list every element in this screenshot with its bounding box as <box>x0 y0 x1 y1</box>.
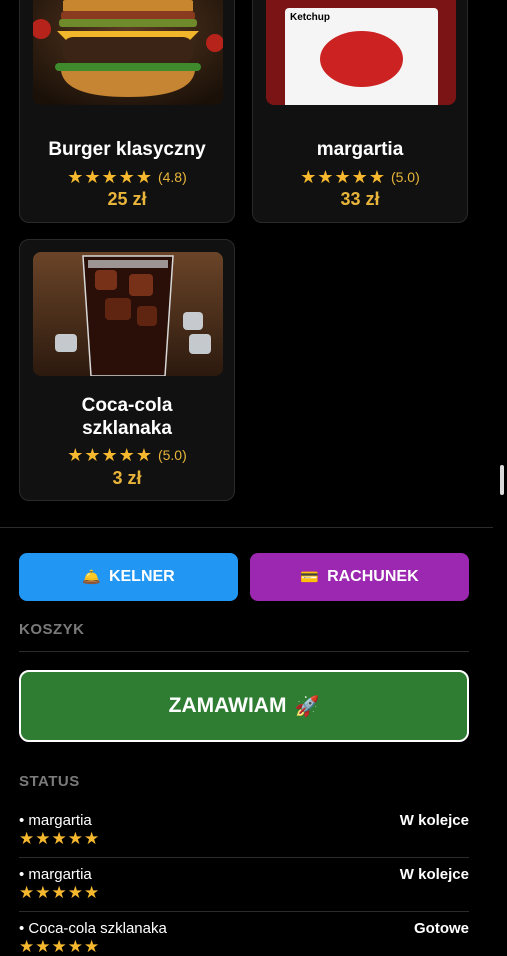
row-divider <box>19 911 469 912</box>
star-icon[interactable]: ★ <box>19 884 34 902</box>
star-icon[interactable]: ★ <box>84 884 99 902</box>
bell-icon: 🛎️ <box>82 569 101 586</box>
item-rating: ★ ★ ★ ★ ★ (5.0) <box>253 168 467 186</box>
card-icon: 💳 <box>300 569 320 586</box>
status-item-state: Gotowe <box>414 920 469 937</box>
item-rating: ★ ★ ★ ★ ★ (5.0) <box>20 446 234 464</box>
status-heading: STATUS <box>19 773 80 790</box>
star-icon[interactable]: ★ <box>84 830 99 848</box>
status-row: • margartia W kolejce ★ ★ ★ ★ ★ <box>19 812 469 866</box>
rating-score: (5.0) <box>390 169 420 185</box>
star-icon[interactable]: ★ <box>52 884 67 902</box>
burger-image <box>33 0 223 105</box>
waiter-label: KELNER <box>108 568 175 585</box>
rating-score: (5.0) <box>157 447 187 463</box>
star-icon[interactable]: ★ <box>68 830 83 848</box>
rate-stars[interactable]: ★ ★ ★ ★ ★ <box>19 938 99 956</box>
item-rating: ★ ★ ★ ★ ★ (4.8) <box>20 168 234 186</box>
star-icon: ★ <box>135 167 152 187</box>
star-icon[interactable]: ★ <box>68 884 83 902</box>
bill-label: RACHUNEK <box>327 568 419 585</box>
status-row: • margartia W kolejce ★ ★ ★ ★ ★ <box>19 866 469 920</box>
star-icon: ★ <box>334 167 351 187</box>
image-canvas: Ketchup <box>285 8 438 105</box>
item-price: 33 zł <box>340 189 380 209</box>
menu-card-burger[interactable]: Burger klasyczny ★ ★ ★ ★ ★ (4.8) 25 zł <box>19 0 235 223</box>
status-item-name: • Coca-cola szklanaka <box>19 920 167 937</box>
rating-score: (4.8) <box>157 169 187 185</box>
status-item-name: • margartia <box>19 812 92 829</box>
menu-card-margartia[interactable]: Ketchup margartia ★ ★ ★ ★ ★ (5.0) 33 zł <box>252 0 468 223</box>
star-icon: ★ <box>317 167 334 187</box>
rate-stars[interactable]: ★ ★ ★ ★ ★ <box>19 830 99 848</box>
star-icon: ★ <box>118 167 135 187</box>
star-icon: ★ <box>101 167 118 187</box>
star-icon: ★ <box>84 167 101 187</box>
order-label: ZAMAWIAM <box>168 694 287 717</box>
star-icon: ★ <box>368 167 385 187</box>
star-icon: ★ <box>67 167 84 187</box>
row-divider <box>19 857 469 858</box>
image-caption: Ketchup <box>290 12 330 23</box>
star-icon[interactable]: ★ <box>19 938 34 956</box>
star-icon[interactable]: ★ <box>35 830 50 848</box>
status-item-name: • margartia <box>19 866 92 883</box>
star-icon: ★ <box>300 167 317 187</box>
section-divider <box>0 527 493 528</box>
star-icon[interactable]: ★ <box>52 830 67 848</box>
cart-divider <box>19 651 469 652</box>
item-name: Coca-cola szklanaka <box>81 395 173 439</box>
star-icon[interactable]: ★ <box>35 884 50 902</box>
star-icon: ★ <box>84 445 101 465</box>
scrollbar-handle[interactable] <box>500 465 504 495</box>
star-icon[interactable]: ★ <box>19 830 34 848</box>
star-icon: ★ <box>67 445 84 465</box>
rate-stars[interactable]: ★ ★ ★ ★ ★ <box>19 884 99 902</box>
margartia-image: Ketchup <box>266 0 456 105</box>
rocket-icon: 🚀 <box>294 695 320 718</box>
place-order-button[interactable]: ZAMAWIAM 🚀 <box>19 670 469 742</box>
menu-card-coca-cola[interactable]: Coca-cola szklanaka ★ ★ ★ ★ ★ (5.0) 3 zł <box>19 239 235 501</box>
star-icon: ★ <box>101 445 118 465</box>
request-bill-button[interactable]: 💳 RACHUNEK <box>250 553 469 601</box>
star-icon: ★ <box>351 167 368 187</box>
status-row: • Coca-cola szklanaka Gotowe ★ ★ ★ ★ ★ <box>19 920 469 956</box>
item-name: Burger klasyczny <box>48 139 206 160</box>
star-icon[interactable]: ★ <box>84 938 99 956</box>
star-icon: ★ <box>135 445 152 465</box>
star-icon[interactable]: ★ <box>68 938 83 956</box>
star-icon[interactable]: ★ <box>35 938 50 956</box>
item-name: margartia <box>316 139 404 160</box>
star-icon[interactable]: ★ <box>52 938 67 956</box>
ketchup-shape <box>320 31 403 87</box>
status-item-state: W kolejce <box>399 866 469 883</box>
cart-heading: KOSZYK <box>19 621 85 638</box>
item-price: 25 zł <box>107 189 147 209</box>
call-waiter-button[interactable]: 🛎️ KELNER <box>19 553 238 601</box>
coca-cola-image <box>33 252 223 376</box>
star-icon: ★ <box>118 445 135 465</box>
page-content: Burger klasyczny ★ ★ ★ ★ ★ (4.8) 25 zł K… <box>0 0 493 956</box>
status-item-state: W kolejce <box>399 812 469 829</box>
item-price: 3 zł <box>112 468 142 488</box>
